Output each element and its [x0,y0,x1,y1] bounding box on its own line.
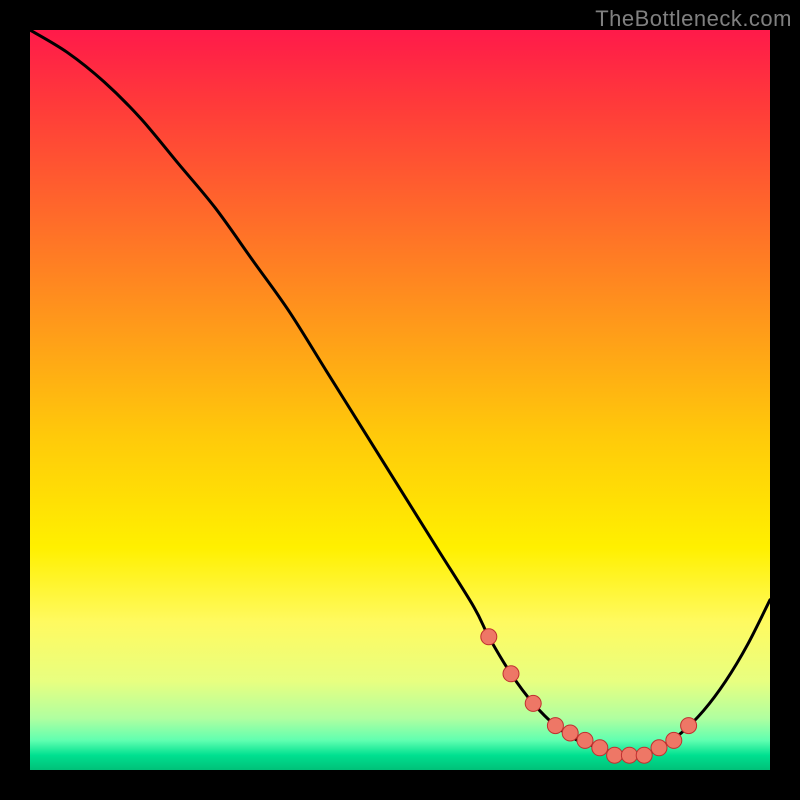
marker-point [666,732,682,748]
marker-points [481,629,697,763]
marker-point [547,718,563,734]
watermark-text: TheBottleneck.com [595,6,792,32]
chart-container: TheBottleneck.com [0,0,800,800]
chart-svg [30,30,770,770]
marker-point [621,747,637,763]
marker-point [592,740,608,756]
marker-point [681,718,697,734]
marker-point [525,695,541,711]
marker-point [651,740,667,756]
marker-point [607,747,623,763]
marker-point [636,747,652,763]
marker-point [481,629,497,645]
plot-area [30,30,770,770]
bottleneck-curve [30,30,770,756]
marker-point [577,732,593,748]
marker-point [503,666,519,682]
marker-point [562,725,578,741]
